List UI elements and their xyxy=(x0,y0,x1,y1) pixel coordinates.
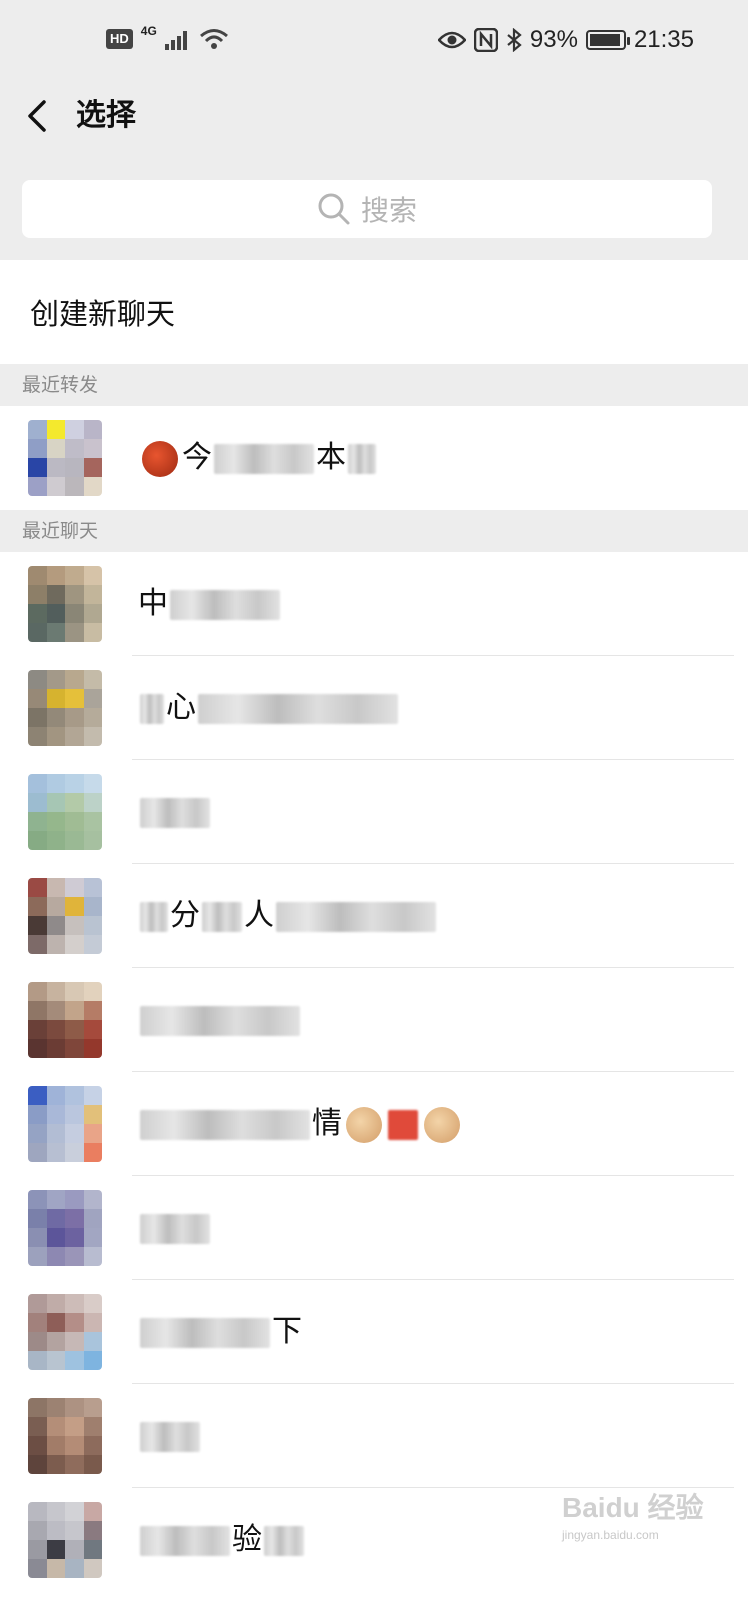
redacted-text xyxy=(140,1421,200,1452)
redacted-text xyxy=(140,1213,210,1244)
status-bar: HD 4G 93% 21:35 xyxy=(0,0,748,84)
nfc-icon xyxy=(473,28,498,52)
chat-name xyxy=(138,968,302,1072)
status-right: 93% 21:35 xyxy=(437,26,694,54)
list-item[interactable] xyxy=(0,968,748,1072)
battery-percent: 93% xyxy=(529,26,578,53)
redacted-text xyxy=(264,1525,304,1556)
redacted-text xyxy=(140,901,168,932)
avatar xyxy=(28,1502,102,1578)
battery-fill xyxy=(589,34,620,46)
avatar xyxy=(28,1398,102,1474)
redacted-text xyxy=(170,589,280,620)
face-emoji-icon xyxy=(346,1106,382,1143)
redacted-text xyxy=(140,1109,310,1140)
status-left: HD 4G xyxy=(106,24,229,50)
hd-badge: HD xyxy=(106,29,133,49)
avatar xyxy=(28,774,102,850)
avatar xyxy=(28,982,102,1058)
chevron-left-icon[interactable] xyxy=(20,96,60,136)
signal-icon xyxy=(164,31,187,50)
list-item[interactable]: 分人 xyxy=(0,864,748,968)
section-header-recent-forward: 最近转发 xyxy=(0,364,748,406)
list-item[interactable]: 情 xyxy=(0,1072,748,1176)
search-placeholder: 搜索 xyxy=(360,194,417,227)
search-icon xyxy=(318,193,350,225)
chat-name: 下 xyxy=(138,1280,302,1384)
create-new-chat-label: 创建新聊天 xyxy=(30,297,176,331)
section-header-recent-chats: 最近聊天 xyxy=(0,510,748,552)
list-item[interactable]: 今本 xyxy=(0,406,748,510)
list-item[interactable]: 下 xyxy=(0,1280,748,1384)
bluetooth-icon xyxy=(507,28,522,52)
avatar xyxy=(28,878,102,954)
eye-icon xyxy=(437,31,466,49)
list-item[interactable] xyxy=(0,1176,748,1280)
watermark-logo: Baidu 经验 jingyan.baidu.com xyxy=(562,1492,704,1542)
clock: 21:35 xyxy=(633,26,694,53)
redacted-text xyxy=(140,1317,270,1348)
list-item[interactable] xyxy=(0,1384,748,1488)
avatar xyxy=(28,420,102,496)
chat-name: 验 xyxy=(138,1488,306,1592)
chat-name: 分人 xyxy=(138,864,438,968)
chat-name xyxy=(138,1384,202,1488)
redacted-text xyxy=(198,693,398,724)
chat-name: 心 xyxy=(138,656,400,760)
chat-name: 中 xyxy=(138,552,282,656)
redacted-text xyxy=(140,693,164,724)
avatar xyxy=(28,1086,102,1162)
chat-name xyxy=(138,760,212,864)
avatar xyxy=(28,670,102,746)
ogre-emoji-icon xyxy=(142,440,178,477)
redacted-text xyxy=(140,797,210,828)
redacted-text xyxy=(140,1525,230,1556)
create-new-chat-button[interactable]: 创建新聊天 xyxy=(0,260,748,364)
redacted-text xyxy=(276,901,436,932)
face-emoji-icon xyxy=(424,1106,460,1143)
header: 选择 搜索 xyxy=(0,84,748,260)
chat-name: 情 xyxy=(138,1072,464,1176)
list-item[interactable]: 中 xyxy=(0,552,748,656)
search-input[interactable]: 搜索 xyxy=(22,180,712,238)
avatar xyxy=(28,1294,102,1370)
list-item[interactable] xyxy=(0,760,748,864)
avatar xyxy=(28,566,102,642)
list-item[interactable]: 心 xyxy=(0,656,748,760)
redacted-text xyxy=(348,443,376,474)
wifi-icon xyxy=(199,29,228,49)
redacted-text xyxy=(214,443,314,474)
battery-icon xyxy=(585,30,630,50)
avatar xyxy=(28,1190,102,1266)
chat-name: 今本 xyxy=(138,406,378,510)
network-type: 4G xyxy=(140,24,157,38)
redacted-text xyxy=(202,901,242,932)
redacted-text xyxy=(140,1005,300,1036)
redacted-emoji xyxy=(388,1109,418,1140)
page-title: 选择 xyxy=(76,98,136,133)
chat-name xyxy=(138,1176,212,1280)
